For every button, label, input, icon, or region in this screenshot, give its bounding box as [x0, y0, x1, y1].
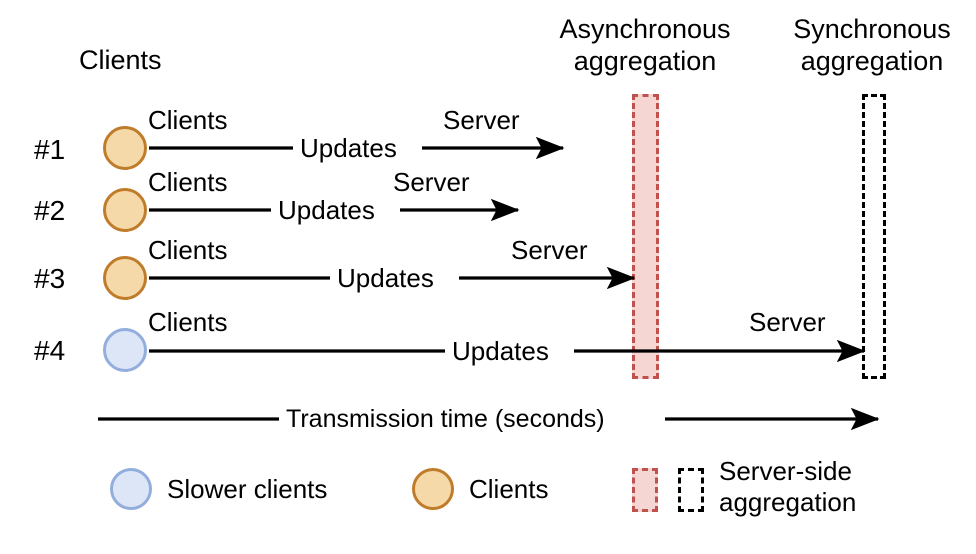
row-number-1: #1 — [34, 134, 66, 165]
column-header-synchronous: Synchronous aggregation — [768, 14, 976, 78]
synchronous-aggregation-boundary — [862, 94, 886, 379]
column-header-asynchronous-line1: Asynchronous — [559, 14, 731, 44]
row-4-label-updates: Updates — [452, 336, 549, 366]
row-2-label-updates: Updates — [278, 195, 375, 225]
clients-column-title: Clients — [79, 45, 162, 75]
column-header-asynchronous: Asynchronous aggregation — [540, 14, 750, 78]
row-1-label-updates: Updates — [300, 133, 397, 163]
column-header-asynchronous-line2: aggregation — [573, 45, 717, 76]
row-3-label-clients: Clients — [148, 235, 228, 265]
legend-label-server-side-line2: aggregation — [719, 486, 857, 517]
legend-swatch-sync-aggregation — [678, 468, 704, 512]
legend-swatch-async-aggregation — [632, 468, 658, 512]
row-2-label-server: Server — [393, 167, 470, 197]
legend-label-slower-clients: Slower clients — [167, 474, 328, 504]
row-1-label-server: Server — [443, 105, 520, 135]
row-3-label-updates: Updates — [337, 263, 434, 293]
column-header-synchronous-line1: Synchronous — [793, 14, 951, 44]
row-2-label-clients: Clients — [148, 167, 228, 197]
asynchronous-aggregation-boundary — [632, 94, 659, 379]
row-4-label-clients: Clients — [148, 307, 228, 337]
row-number-3: #3 — [34, 263, 66, 294]
legend-label-server-side-aggregation: Server-side aggregation — [719, 456, 856, 517]
client-node-1[interactable] — [103, 126, 147, 170]
legend-label-clients: Clients — [469, 474, 549, 504]
diagram-canvas: Asynchronous aggregation Synchronous agg… — [0, 0, 976, 554]
column-header-synchronous-line2: aggregation — [800, 45, 944, 76]
transmission-time-axis-label: Transmission time (seconds) — [286, 405, 605, 433]
row-3-label-server: Server — [511, 235, 588, 265]
row-number-4: #4 — [34, 335, 66, 366]
client-node-2[interactable] — [103, 188, 147, 232]
legend-swatch-clients — [412, 468, 454, 510]
row-number-2: #2 — [34, 195, 66, 226]
row-4-label-server: Server — [749, 307, 826, 337]
legend-label-server-side-line1: Server-side — [719, 456, 852, 486]
slower-client-node-4[interactable] — [103, 328, 147, 372]
row-1-label-clients: Clients — [148, 105, 228, 135]
legend-swatch-slower-clients — [110, 468, 152, 510]
client-node-3[interactable] — [103, 256, 147, 300]
